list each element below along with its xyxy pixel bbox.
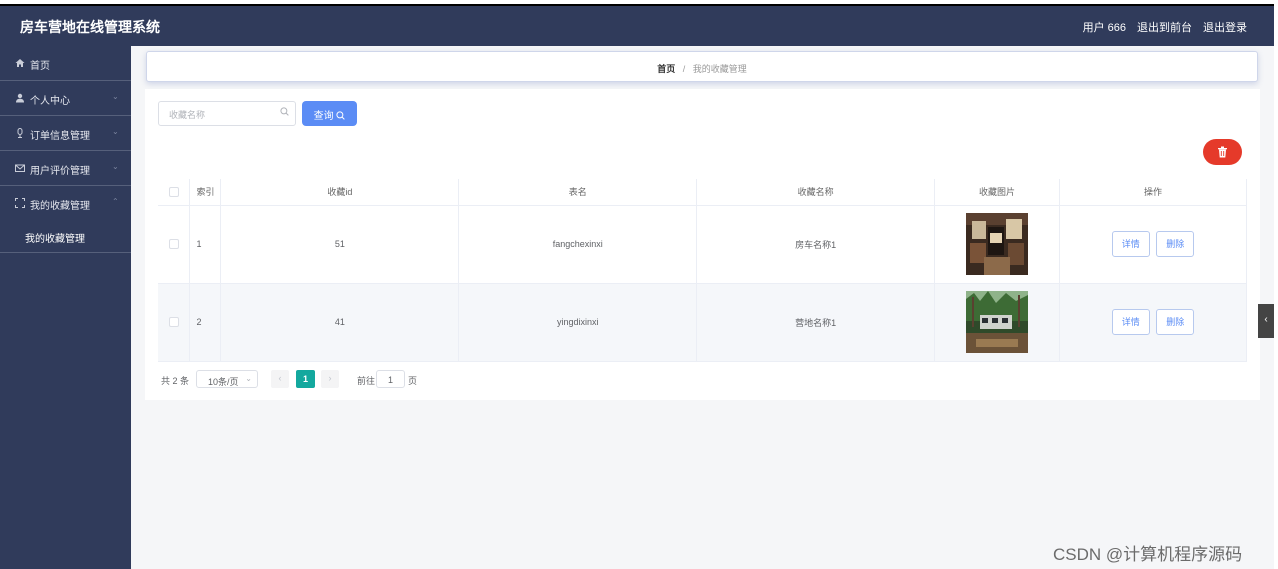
row-index: 2 xyxy=(189,283,222,362)
home-icon xyxy=(15,58,25,71)
row-select-cell xyxy=(158,283,191,362)
page-size-value: 10条/页 xyxy=(208,377,239,387)
sidebar-item-label: 首页 xyxy=(30,61,50,72)
sidebar-item-reviews[interactable]: 用户评价管理 ⌄ xyxy=(0,151,131,186)
row-checkbox[interactable] xyxy=(168,317,179,328)
column-header: 表名 xyxy=(458,179,698,206)
delete-button[interactable]: 删除 xyxy=(1156,231,1195,257)
search-input[interactable]: 收藏名称 xyxy=(158,101,296,126)
sidebar-item-favorites[interactable]: 我的收藏管理 ⌃ xyxy=(0,186,131,221)
prev-page-button[interactable]: ‹ xyxy=(271,370,289,388)
column-header: 收藏图片 xyxy=(934,179,1061,206)
right-edge xyxy=(1274,0,1278,569)
chevron-left-icon: ‹ xyxy=(278,373,282,383)
row-favorite-name: 营地名称1 xyxy=(696,283,936,362)
user-icon xyxy=(15,93,25,106)
row-favorite-name: 房车名称1 xyxy=(696,205,936,284)
mail-icon xyxy=(15,163,25,176)
search-icon xyxy=(280,107,289,119)
chevron-down-icon: ⌄ xyxy=(112,92,119,101)
breadcrumb-current: 我的收藏管理 xyxy=(692,64,747,74)
page-number-button[interactable]: 1 xyxy=(296,370,315,388)
table-row: 2 41 yingdixinxi 营地名称1 详情 删除 xyxy=(158,283,1247,362)
exit-to-front-link[interactable]: 退出到前台 xyxy=(1137,19,1192,35)
row-table-name: fangchexinxi xyxy=(458,205,698,284)
detail-button[interactable]: 详情 xyxy=(1111,309,1150,335)
sidebar-item-home[interactable]: 首页 xyxy=(0,46,131,81)
column-header: 收藏id xyxy=(220,179,460,206)
sidebar-item-profile[interactable]: 个人中心 ⌄ xyxy=(0,81,131,116)
row-actions: 详情 删除 xyxy=(1059,283,1247,362)
sidebar: 首页 个人中心 ⌄ 订单信息管理 ⌄ 用户评价管理 ⌄ 我的收藏管理 ⌃ 我的收… xyxy=(0,46,131,569)
chevron-down-icon: ⌄ xyxy=(112,127,119,136)
watermark: CSDN @计算机程序源码 xyxy=(1053,545,1243,564)
sidebar-item-label: 我的收藏管理 xyxy=(30,201,90,212)
chevron-down-icon: ⌄ xyxy=(112,162,119,171)
sidebar-item-label: 订单信息管理 xyxy=(30,131,90,142)
row-table-name: yingdixinxi xyxy=(458,283,698,362)
table-row: 1 51 fangchexinxi 房车名称1 详情 删除 xyxy=(158,205,1247,284)
column-header: 收藏名称 xyxy=(696,179,936,206)
search-button-label: 查询 xyxy=(313,111,334,122)
current-user: 用户 666 xyxy=(1082,22,1126,34)
row-select-cell xyxy=(158,205,191,284)
microphone-icon xyxy=(15,128,25,141)
column-header: 操作 xyxy=(1059,179,1247,206)
select-all-header[interactable] xyxy=(158,179,191,206)
row-actions: 详情 删除 xyxy=(1059,205,1247,284)
row-index: 1 xyxy=(189,205,222,284)
search-icon xyxy=(336,111,346,120)
page-unit-label: 页 xyxy=(408,376,418,386)
logout-link[interactable]: 退出登录 xyxy=(1203,19,1247,35)
top-header: 房车营地在线管理系统 用户 666 退出到前台 退出登录 xyxy=(0,6,1274,46)
row-image-cell xyxy=(934,205,1061,284)
sidebar-item-orders[interactable]: 订单信息管理 ⌄ xyxy=(0,116,131,151)
row-id: 41 xyxy=(220,283,460,362)
favorites-table: 索引 收藏id 表名 收藏名称 收藏图片 操作 1 51 fangchexinx… xyxy=(158,179,1247,362)
table-header-row: 索引 收藏id 表名 收藏名称 收藏图片 操作 xyxy=(158,179,1247,206)
expand-icon xyxy=(15,198,25,211)
chevron-up-icon: ⌃ xyxy=(112,197,119,206)
sidebar-item-label: 个人中心 xyxy=(30,96,70,107)
search-button[interactable]: 查询 xyxy=(302,101,357,126)
row-checkbox[interactable] xyxy=(168,239,179,250)
pagination-total: 共 2 条 xyxy=(161,376,190,386)
breadcrumb-home[interactable]: 首页 xyxy=(657,64,675,74)
row-image-cell xyxy=(934,283,1061,362)
chevron-left-icon: ‹ xyxy=(1264,314,1268,325)
batch-delete-button[interactable] xyxy=(1203,139,1242,165)
next-page-button[interactable]: › xyxy=(321,370,339,388)
sidebar-subitem-label: 我的收藏管理 xyxy=(25,234,85,245)
sidebar-item-label: 用户评价管理 xyxy=(30,166,90,177)
delete-button[interactable]: 删除 xyxy=(1156,309,1195,335)
column-header: 索引 xyxy=(189,179,222,206)
goto-page-input[interactable]: 1 xyxy=(376,370,405,388)
detail-button[interactable]: 详情 xyxy=(1111,231,1150,257)
app-root: 房车营地在线管理系统 用户 666 退出到前台 退出登录 首页 个人中心 ⌄ 订… xyxy=(0,0,1278,569)
sidebar-subitem-favorites[interactable]: 我的收藏管理 xyxy=(0,221,131,253)
chevron-down-icon: ⌄ xyxy=(245,374,252,383)
camp-forest-photo[interactable] xyxy=(966,291,1029,353)
rv-interior-photo[interactable] xyxy=(966,213,1029,275)
app-title: 房车营地在线管理系统 xyxy=(20,19,160,35)
page-size-select[interactable]: 10条/页 ⌄ xyxy=(196,370,258,388)
goto-label: 前往 xyxy=(357,376,376,386)
breadcrumb-separator: / xyxy=(682,64,686,74)
side-panel-toggle[interactable]: ‹ xyxy=(1258,304,1274,338)
search-placeholder: 收藏名称 xyxy=(169,110,206,120)
select-all-checkbox[interactable] xyxy=(168,187,179,198)
trash-icon xyxy=(1218,146,1227,158)
chevron-right-icon: › xyxy=(328,373,332,383)
row-id: 51 xyxy=(220,205,460,284)
breadcrumb: 首页 / 我的收藏管理 xyxy=(146,51,1258,82)
